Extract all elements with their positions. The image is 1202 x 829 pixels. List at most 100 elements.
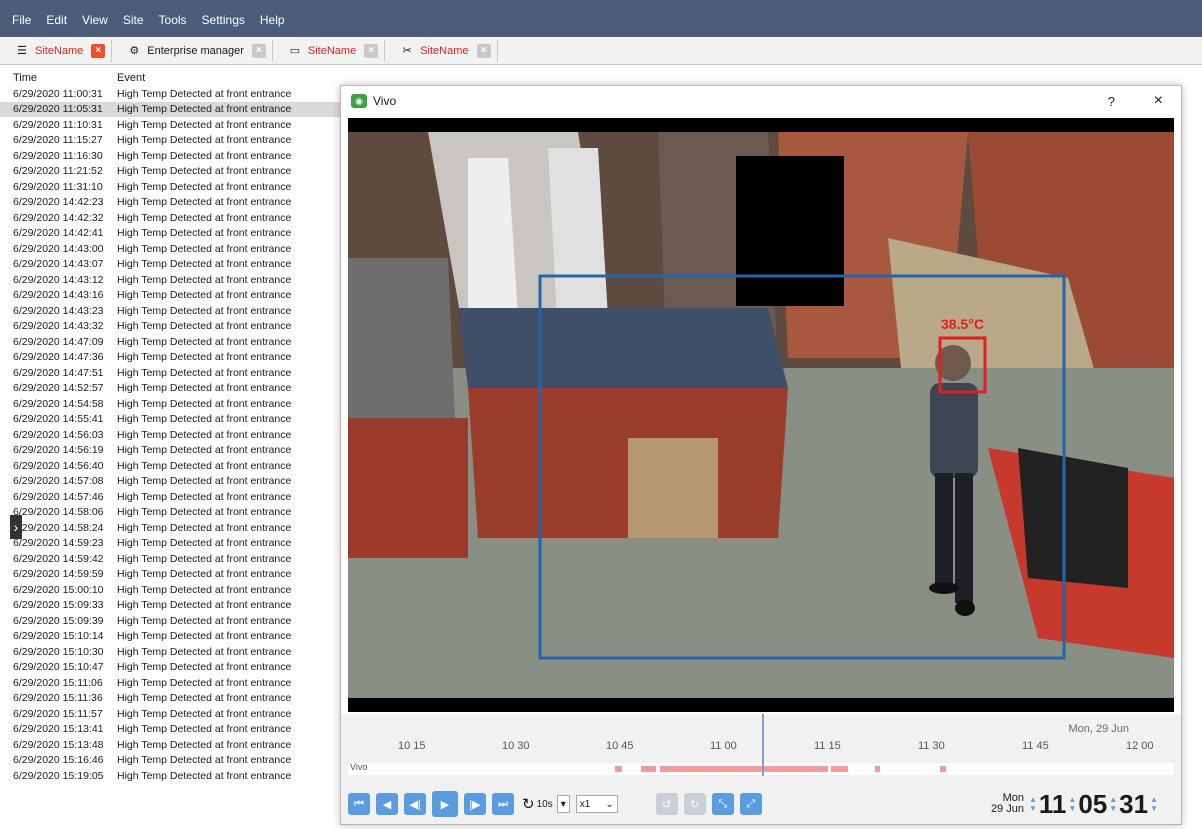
close-tab-icon[interactable]: × xyxy=(251,43,266,58)
event-row[interactable]: 6/29/2020 14:54:58 High Temp Detected at … xyxy=(0,396,345,412)
close-tab-icon[interactable]: × xyxy=(91,43,106,58)
event-text: High Temp Detected at front entrance xyxy=(117,459,292,472)
event-row[interactable]: 6/29/2020 11:16:30 High Temp Detected at … xyxy=(0,148,345,164)
event-row[interactable]: 6/29/2020 14:56:19 High Temp Detected at … xyxy=(0,443,345,459)
event-row[interactable]: 6/29/2020 14:57:08 High Temp Detected at … xyxy=(0,474,345,490)
event-row[interactable]: 6/29/2020 15:19:05 High Temp Detected at … xyxy=(0,768,345,784)
event-row[interactable]: 6/29/2020 11:00:31 High Temp Detected at … xyxy=(0,86,345,102)
second-spinner-icon[interactable]: ▲ ▼ xyxy=(1150,795,1158,813)
tab-3[interactable]: ✂ SiteName × xyxy=(393,39,498,62)
event-row[interactable]: 6/29/2020 14:47:51 High Temp Detected at … xyxy=(0,365,345,381)
event-row[interactable]: 6/29/2020 15:10:30 High Temp Detected at … xyxy=(0,644,345,660)
event-row[interactable]: 6/29/2020 14:43:07 High Temp Detected at … xyxy=(0,257,345,273)
event-row[interactable]: 6/29/2020 14:42:41 High Temp Detected at … xyxy=(0,226,345,242)
recording-segment[interactable] xyxy=(875,766,880,772)
event-row[interactable]: 6/29/2020 14:57:46 High Temp Detected at … xyxy=(0,489,345,505)
event-row[interactable]: 6/29/2020 14:43:12 High Temp Detected at … xyxy=(0,272,345,288)
minute-spinner-icon[interactable]: ▲ ▼ xyxy=(1109,795,1117,813)
time-column-header[interactable]: Time xyxy=(0,72,117,84)
tab-1[interactable]: ⚙ Enterprise manager × xyxy=(120,39,273,62)
date-spinner-icon[interactable]: ▲ ▼ xyxy=(1029,795,1037,813)
event-row[interactable]: 6/29/2020 14:47:36 High Temp Detected at … xyxy=(0,350,345,366)
menu-item-edit[interactable]: Edit xyxy=(46,13,67,27)
recording-segment[interactable] xyxy=(831,766,848,772)
skip-to-start-button[interactable]: ⏮ xyxy=(348,793,370,815)
event-row[interactable]: 6/29/2020 14:43:23 High Temp Detected at … xyxy=(0,303,345,319)
loop-dropdown-arrow-icon[interactable]: ▾ xyxy=(556,795,570,813)
recording-segment[interactable] xyxy=(660,766,828,772)
undo-button[interactable]: ↺ xyxy=(655,793,678,815)
tab-2[interactable]: ▭ SiteName × xyxy=(281,39,386,62)
menu-bar: File Edit View Site Tools Settings Help xyxy=(0,0,1202,37)
event-row[interactable]: 6/29/2020 15:00:10 High Temp Detected at … xyxy=(0,582,345,598)
event-row[interactable]: 6/29/2020 15:13:48 High Temp Detected at … xyxy=(0,737,345,753)
event-row[interactable]: 6/29/2020 15:09:39 High Temp Detected at … xyxy=(0,613,345,629)
event-row[interactable]: 6/29/2020 15:09:33 High Temp Detected at … xyxy=(0,598,345,614)
event-row[interactable]: 6/29/2020 15:16:46 High Temp Detected at … xyxy=(0,753,345,769)
previous-button[interactable]: ◀ xyxy=(376,793,398,815)
zoom-in-button[interactable]: ⤡ xyxy=(711,793,734,815)
event-column-header[interactable]: Event xyxy=(117,72,145,84)
skip-to-end-button[interactable]: ⏭ xyxy=(492,793,514,815)
camera-scene xyxy=(348,118,1174,712)
close-button[interactable]: × xyxy=(1154,92,1163,110)
event-row[interactable]: 6/29/2020 15:11:57 High Temp Detected at … xyxy=(0,706,345,722)
event-list[interactable]: Time Event 6/29/2020 11:00:31 High Temp D… xyxy=(0,70,345,829)
event-row[interactable]: 6/29/2020 14:58:24 High Temp Detected at … xyxy=(0,520,345,536)
collapse-panel-arrow-icon[interactable]: › xyxy=(10,515,22,539)
recording-segment[interactable] xyxy=(940,766,946,772)
menu-item-view[interactable]: View xyxy=(82,13,108,27)
loop-control[interactable]: ↻ 10s ▾ xyxy=(522,795,570,813)
play-button[interactable]: ▶ xyxy=(432,791,458,817)
event-row[interactable]: 6/29/2020 14:55:41 High Temp Detected at … xyxy=(0,412,345,428)
event-row[interactable]: 6/29/2020 15:10:47 High Temp Detected at … xyxy=(0,660,345,676)
speed-select[interactable]: x1 ⌄ xyxy=(575,795,618,813)
step-forward-button[interactable]: |▶ xyxy=(464,793,486,815)
event-row[interactable]: 6/29/2020 14:43:16 High Temp Detected at … xyxy=(0,288,345,304)
tab-0[interactable]: ☰ SiteName × xyxy=(8,39,113,62)
timeline[interactable]: Mon, 29 Jun 10 15 10 30 10 45 11 00 11 15 11 … xyxy=(341,714,1181,824)
timeline-track[interactable]: Vivo xyxy=(348,762,1174,775)
event-row[interactable]: 6/29/2020 14:43:32 High Temp Detected at … xyxy=(0,319,345,335)
event-row[interactable]: 6/29/2020 15:11:06 High Temp Detected at … xyxy=(0,675,345,691)
close-tab-icon[interactable]: × xyxy=(476,43,491,58)
zoom-out-button[interactable]: ⤢ xyxy=(739,793,762,815)
event-row[interactable]: 6/29/2020 11:10:31 High Temp Detected at … xyxy=(0,117,345,133)
redo-button[interactable]: ↻ xyxy=(683,793,706,815)
event-row[interactable]: 6/29/2020 11:15:27 High Temp Detected at … xyxy=(0,133,345,149)
event-row[interactable]: 6/29/2020 14:56:40 High Temp Detected at … xyxy=(0,458,345,474)
event-row[interactable]: 6/29/2020 15:10:14 High Temp Detected at … xyxy=(0,629,345,645)
event-row[interactable]: 6/29/2020 14:47:09 High Temp Detected at … xyxy=(0,334,345,350)
hour-spinner-icon[interactable]: ▲ ▼ xyxy=(1068,795,1076,813)
event-row[interactable]: 6/29/2020 14:56:03 High Temp Detected at … xyxy=(0,427,345,443)
event-text: High Temp Detected at front entrance xyxy=(117,273,292,286)
menu-item-site[interactable]: Site xyxy=(123,13,144,27)
help-button[interactable]: ? xyxy=(1108,94,1115,109)
event-row[interactable]: 6/29/2020 15:13:41 High Temp Detected at … xyxy=(0,722,345,738)
event-time: 6/29/2020 11:31:10 xyxy=(13,180,103,193)
event-row[interactable]: 6/29/2020 14:59:23 High Temp Detected at … xyxy=(0,536,345,552)
menu-item-tools[interactable]: Tools xyxy=(159,13,187,27)
menu-item-help[interactable]: Help xyxy=(260,13,285,27)
event-row[interactable]: 6/29/2020 14:58:06 High Temp Detected at … xyxy=(0,505,345,521)
menu-item-settings[interactable]: Settings xyxy=(202,13,245,27)
close-tab-icon[interactable]: × xyxy=(364,43,379,58)
event-row[interactable]: 6/29/2020 11:31:10 High Temp Detected at … xyxy=(0,179,345,195)
recording-segment[interactable] xyxy=(641,766,656,772)
menu-item-file[interactable]: File xyxy=(12,13,31,27)
event-row[interactable]: 6/29/2020 14:52:57 High Temp Detected at … xyxy=(0,381,345,397)
event-row[interactable]: 6/29/2020 14:59:42 High Temp Detected at … xyxy=(0,551,345,567)
server-icon: ☰ xyxy=(17,45,27,57)
event-row[interactable]: 6/29/2020 14:43:00 High Temp Detected at … xyxy=(0,241,345,257)
camera-video-feed[interactable]: 38.5°C xyxy=(348,118,1174,712)
recording-segment[interactable] xyxy=(615,766,622,772)
event-row[interactable]: 6/29/2020 14:42:23 High Temp Detected at … xyxy=(0,195,345,211)
event-row[interactable]: 6/29/2020 11:05:31 High Temp Detected at … xyxy=(0,101,345,117)
playhead[interactable] xyxy=(762,714,764,776)
clock-minute: 05 xyxy=(1078,788,1108,819)
event-row[interactable]: 6/29/2020 14:59:59 High Temp Detected at … xyxy=(0,567,345,583)
event-row[interactable]: 6/29/2020 11:21:52 High Temp Detected at … xyxy=(0,164,345,180)
event-row[interactable]: 6/29/2020 15:11:36 High Temp Detected at … xyxy=(0,691,345,707)
step-back-button[interactable]: ◀| xyxy=(404,793,426,815)
event-row[interactable]: 6/29/2020 14:42:32 High Temp Detected at … xyxy=(0,210,345,226)
